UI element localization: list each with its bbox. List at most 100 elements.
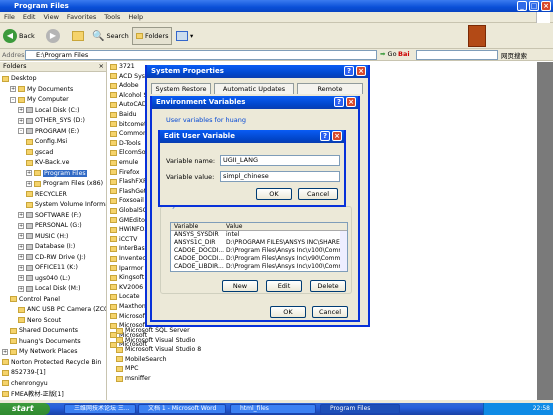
menu-favorites[interactable]: Favorites [63,12,100,22]
tree-item[interactable]: Config.Msi [26,137,67,146]
table-row[interactable]: CADOE_DOCDI... D:\Program Files\Ansys Inc… [171,247,347,255]
expand-icon[interactable]: + [18,264,24,271]
file-list-item[interactable]: Microsoft [110,312,147,321]
file-list-item[interactable]: Microsoft Visual Studio 8 [116,345,201,354]
close-button[interactable]: × [541,1,551,11]
col-variable-header[interactable]: Variable [174,223,198,230]
address-input[interactable]: E:\Program Files [25,50,377,60]
file-list-item[interactable]: GMEditor [110,216,147,225]
tree-item[interactable]: 852739-[1] [2,368,46,377]
system-variables-list[interactable]: Variable Value ANSYS_SYSDIR intel ANSYS1C_… [170,222,348,272]
cancel-button[interactable]: Cancel [312,306,348,318]
file-list-item[interactable]: Iparmor [110,264,143,273]
tree-item[interactable]: Control Panel [10,295,60,304]
tree-item[interactable]: + ugs040 (L:) [18,274,70,283]
tree-item[interactable]: + Local Disk (C:) [18,106,80,115]
scrollbar-right[interactable] [537,62,553,400]
list-scrollbar[interactable] [340,231,347,271]
tree-item[interactable]: Nero Scout [18,316,61,325]
start-button[interactable]: start [0,403,50,415]
back-button[interactable]: ◀ Back [3,27,35,45]
file-list-item[interactable]: Locate [110,292,140,301]
tree-item[interactable]: ANC USB PC Camera (ZC030 [18,305,106,314]
expand-icon[interactable]: + [18,275,24,281]
menu-view[interactable]: View [39,12,62,22]
baidu-search-input[interactable] [416,50,498,60]
close-icon[interactable]: × [356,66,366,76]
variable-value-input[interactable]: simpl_chinese [220,171,340,182]
close-pane-icon[interactable]: × [99,62,104,70]
variable-name-input[interactable]: UGII_LANG [220,155,340,166]
maximize-button[interactable]: □ [529,1,539,11]
table-row[interactable]: ANSYS_SYSDIR intel [171,231,347,239]
file-list-item[interactable]: Microsoft Visual Studio [116,336,195,345]
file-list-item[interactable]: emule [110,158,138,167]
table-row[interactable]: CADOE_DOCDI... D:\Program Files\Ansys Inc… [171,255,347,263]
tab-system-restore[interactable]: System Restore [151,83,211,94]
menu-file[interactable]: File [0,12,19,22]
taskbar-item-word[interactable]: 文档 1 - Microsoft Word [138,404,226,414]
taskbar-item-forum[interactable]: 三维网技术论坛 三... [64,404,136,414]
tree-item[interactable]: FMEA教材-正版[1] [2,389,64,398]
tree-item[interactable]: + Program Files (x86) [26,179,103,188]
delete-button[interactable]: Delete [310,280,346,292]
tree-item[interactable]: + OFFICE11 (K:) [18,263,78,272]
tree-item[interactable]: chenrongyu [2,379,48,388]
forward-button[interactable]: ▶ [46,27,60,45]
collapse-icon[interactable]: - [18,128,24,134]
file-list-item[interactable]: Kingsoft [110,273,144,282]
tree-item[interactable]: + MUSIC (H:) [18,232,68,241]
help-icon[interactable]: ? [344,66,354,76]
tree-item[interactable]: + Local Disk (M:) [18,284,81,293]
expand-icon[interactable]: + [18,243,24,250]
help-icon[interactable]: ? [320,131,330,141]
tree-item[interactable]: KV-Back.ve [26,158,69,167]
menu-help[interactable]: Help [124,12,147,22]
go-button[interactable]: ➡ Go [380,50,397,58]
edit-button[interactable]: Edit [266,280,302,292]
new-button[interactable]: New [222,280,258,292]
ok-button[interactable]: OK [256,188,292,200]
file-list-item[interactable]: MobileSearch [116,355,167,364]
tree-item[interactable]: - My Computer [10,95,69,104]
tree-item[interactable]: + Program Files [26,169,87,178]
file-list-item[interactable]: FlashGet [110,187,146,196]
tree-item[interactable]: System Volume Informat [26,200,106,209]
expand-icon[interactable]: + [26,180,32,187]
col-value-header[interactable]: Value [226,223,242,230]
file-list-item[interactable]: msniffer [116,374,151,383]
expand-icon[interactable]: + [26,170,32,176]
ok-button[interactable]: OK [270,306,306,318]
search-button[interactable]: 🔍 Search [92,27,129,45]
file-list-item[interactable]: 3721 [110,62,135,71]
close-icon[interactable]: × [332,131,342,141]
file-list-item[interactable]: D-Tools [110,139,141,148]
tree-item[interactable]: + PERSONAL (G:) [18,221,82,230]
tab-remote[interactable]: Remote [297,83,363,94]
table-row[interactable]: CADOE_LIBDIR... D:\Program Files\Ansys In… [171,263,347,271]
expand-icon[interactable]: + [10,86,16,92]
expand-icon[interactable]: + [18,222,24,229]
tree-item[interactable]: RECYCLER [26,190,67,199]
file-list-item[interactable]: FlashFXP [110,177,147,186]
menu-edit[interactable]: Edit [19,12,40,22]
tree-item[interactable]: + SOFTWARE (F:) [18,211,81,220]
expand-icon[interactable]: + [2,348,8,355]
tree-item[interactable]: - PROGRAM (E:) [18,127,79,136]
file-list-item[interactable]: iCCTV [110,235,137,244]
tree-item[interactable]: + CD-RW Drive (J:) [18,253,86,262]
file-list-item[interactable]: Firefox [110,168,139,177]
table-row[interactable]: ANSYS1C_DIR D:\PROGRAM FILES\ANSYS INC\SH… [171,239,347,247]
views-button[interactable]: ▾ [176,27,193,45]
tree-item[interactable]: huang's Documents [10,337,81,346]
menu-tools[interactable]: Tools [100,12,124,22]
help-icon[interactable]: ? [334,97,344,107]
expand-icon[interactable]: + [18,117,24,124]
tree-item[interactable]: + Database (I:) [18,242,75,251]
taskbar-item-program-files[interactable]: Program Files [320,404,400,414]
expand-icon[interactable]: + [18,212,24,218]
tree-item[interactable]: + My Network Places [2,347,77,356]
up-folder-button[interactable] [72,27,84,45]
file-list-item[interactable]: Baidu [110,110,137,119]
file-list-item[interactable]: Foxsoail [110,196,144,205]
